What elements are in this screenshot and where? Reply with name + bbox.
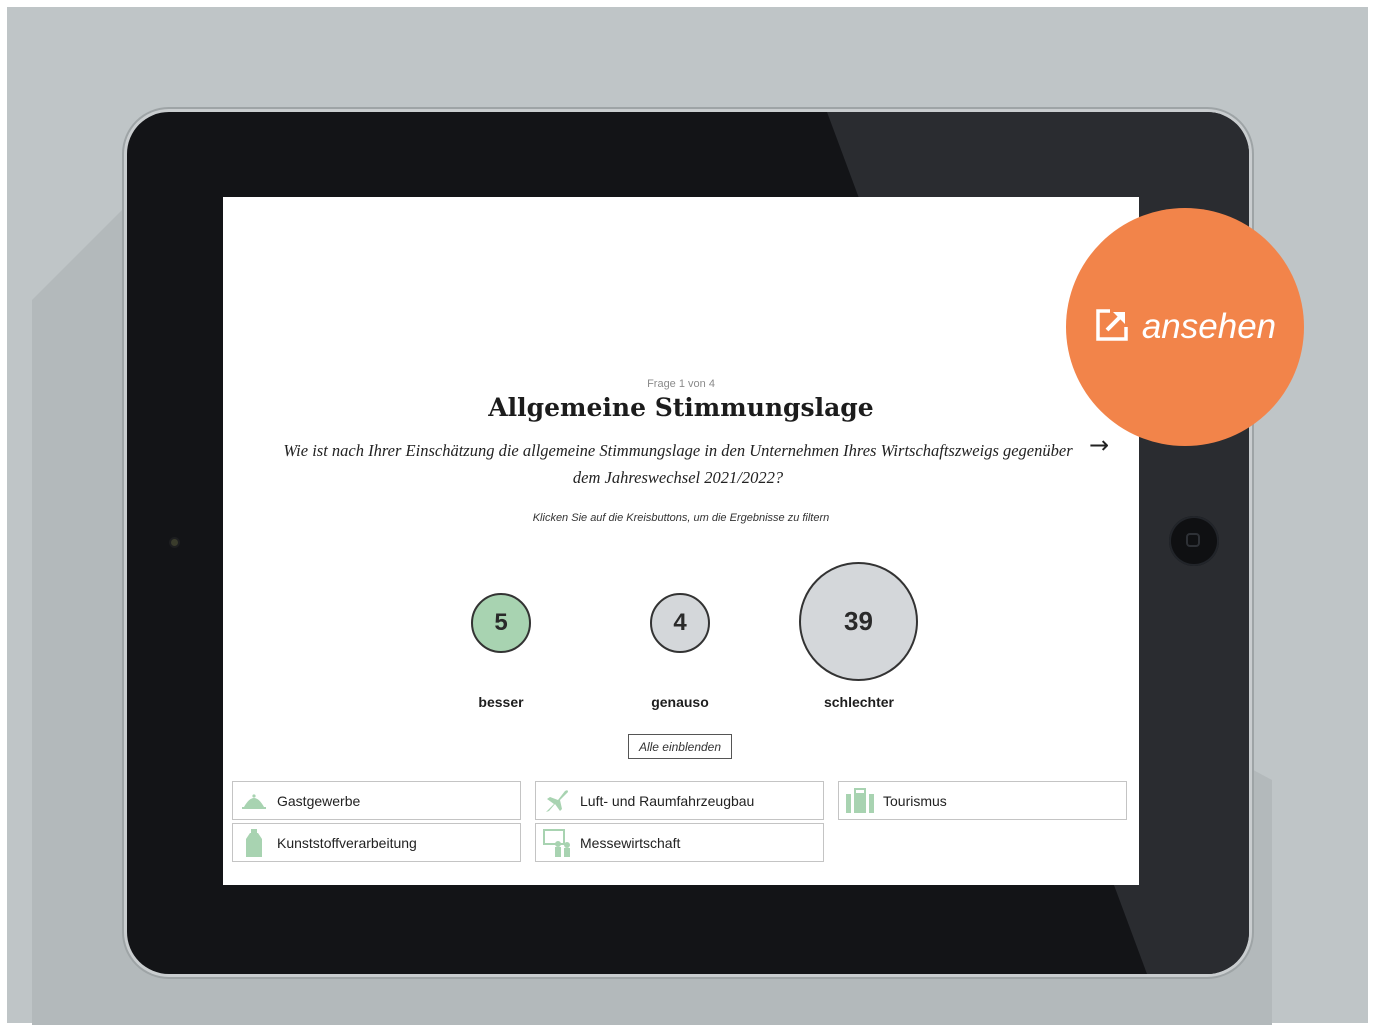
show-all-button[interactable]: Alle einblenden bbox=[628, 734, 732, 759]
industry-tourismus[interactable]: Tourismus bbox=[838, 781, 1127, 820]
bottle-icon bbox=[239, 828, 269, 858]
industry-label: Messewirtschaft bbox=[580, 834, 681, 851]
filter-hint: Klicken Sie auf die Kreisbuttons, um die… bbox=[532, 512, 830, 524]
answer-label-genauso: genauso bbox=[651, 694, 709, 710]
industry-label: Luft- und Raumfahrzeugbau bbox=[580, 792, 755, 809]
view-badge-label: ansehen bbox=[1141, 307, 1277, 346]
industry-label: Tourismus bbox=[883, 792, 947, 809]
industry-label: Gastgewerbe bbox=[277, 792, 361, 809]
page-title: Allgemeine Stimmungslage bbox=[488, 393, 874, 422]
industry-gastgewerbe[interactable]: Gastgewerbe bbox=[232, 781, 521, 820]
suitcase-icon bbox=[845, 786, 875, 816]
answer-circle-schlechter[interactable]: 39 bbox=[799, 562, 918, 681]
view-badge[interactable]: ansehen bbox=[1066, 208, 1304, 446]
home-square-icon bbox=[1186, 533, 1200, 547]
tablet-frame: Frage 1 von 4 Allgemeine Stimmungslage W… bbox=[127, 112, 1249, 974]
industry-messewirtschaft[interactable]: Messewirtschaft bbox=[535, 823, 824, 862]
external-link-icon bbox=[1094, 307, 1130, 348]
exhibition-icon bbox=[542, 828, 572, 858]
answer-circle-genauso[interactable]: 4 bbox=[650, 593, 710, 653]
cloche-icon bbox=[239, 786, 269, 816]
answer-label-schlechter: schlechter bbox=[823, 694, 895, 710]
camera-icon bbox=[171, 539, 178, 546]
next-question-arrow[interactable]: → bbox=[1089, 431, 1109, 459]
industry-luft-und-raumfahrzeugbau[interactable]: Luft- und Raumfahrzeugbau bbox=[535, 781, 824, 820]
question-text: Wie ist nach Ihrer Einschätzung die allg… bbox=[283, 441, 1073, 487]
industry-kunststoffverarbeitung[interactable]: Kunststoffverarbeitung bbox=[232, 823, 521, 862]
airplane-icon bbox=[542, 786, 572, 816]
home-button[interactable] bbox=[1169, 516, 1219, 566]
answer-label-besser: besser bbox=[478, 694, 524, 710]
tablet-screen: Frage 1 von 4 Allgemeine Stimmungslage W… bbox=[223, 197, 1139, 885]
industry-label: Kunststoffverarbeitung bbox=[277, 834, 417, 851]
answer-circle-besser[interactable]: 5 bbox=[471, 593, 531, 653]
question-counter: Frage 1 von 4 bbox=[647, 378, 715, 390]
